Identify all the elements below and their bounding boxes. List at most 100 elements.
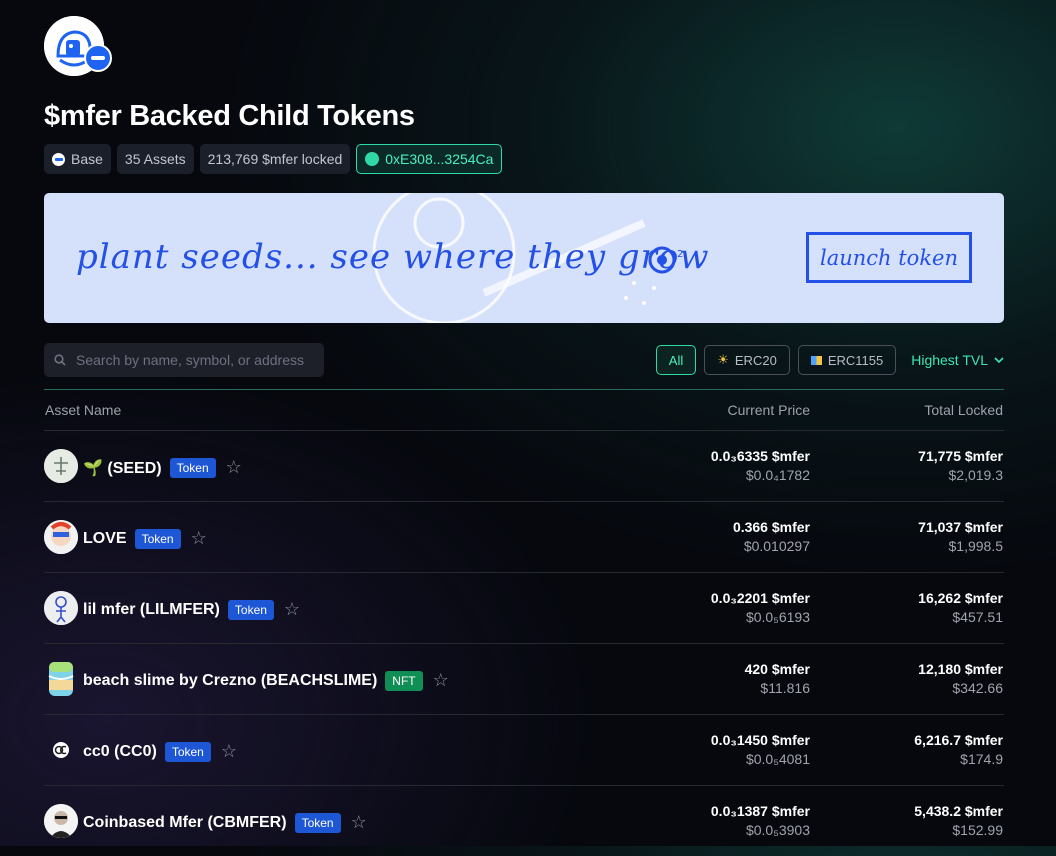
favorite-star-icon[interactable]: ☆ — [221, 741, 237, 762]
chevron-down-icon — [994, 357, 1004, 363]
contract-address: 0xE308...3254Ca — [385, 151, 494, 167]
locked-usd: $2,019.3 — [948, 467, 1004, 483]
price-mfer: 0.0₃1450 $mfer — [710, 732, 810, 748]
asset-name[interactable]: beach slime by Crezno (BEACHSLIME) — [83, 672, 377, 690]
banner-slogan: plant seeds... see where they grow — [76, 237, 710, 277]
locked-total: 213,769 $mfer locked — [207, 151, 343, 167]
seed-sketch-icon — [44, 449, 78, 483]
locked-cell: 16,262 $mfer $457.51 — [918, 589, 1003, 627]
price-usd: $11.816 — [760, 680, 810, 696]
price-mfer: 0.0₃6335 $mfer — [710, 448, 810, 464]
locked-usd: $457.51 — [952, 609, 1003, 625]
token-type-badge: Token — [169, 457, 216, 478]
table-row[interactable]: lil mfer (LILMFER) Token ☆ 0.0₃2201 $mfe… — [44, 572, 1004, 643]
price-cell: 0.0₃2201 $mfer $0.0₅6193 — [711, 589, 810, 627]
cc0-avatar — [44, 733, 78, 767]
asset-name[interactable]: Coinbased Mfer (CBMFER) — [83, 814, 287, 832]
price-cell: 0.0₃6335 $mfer $0.0₄1782 — [711, 447, 810, 485]
locked-cell: 71,037 $mfer $1,998.5 — [918, 518, 1003, 556]
base-icon — [52, 152, 65, 166]
asset-name-cell: 🌱 (SEED) Token ☆ — [83, 457, 242, 478]
locked-usd: $1,998.5 — [948, 538, 1004, 554]
locked-usd: $174.9 — [960, 751, 1003, 767]
filter-group: All ☀ ERC20 ERC1155 Highest TVL — [655, 345, 1004, 375]
header-current-price[interactable]: Current Price — [728, 402, 810, 418]
favorite-star-icon[interactable]: ☆ — [351, 812, 367, 833]
locked-cell: 71,775 $mfer $2,019.3 — [918, 447, 1003, 485]
assets-count: 35 Assets — [124, 151, 186, 167]
asset-name[interactable]: lil mfer (LILMFER) — [83, 601, 220, 619]
search-icon — [54, 354, 66, 366]
lil-mfer-icon — [44, 591, 78, 625]
filter-erc20-button[interactable]: ☀ ERC20 — [704, 345, 790, 375]
asset-name-cell: cc0 (CC0) Token ☆ — [83, 741, 237, 762]
love-avatar — [44, 520, 78, 554]
locked-total-chip: 213,769 $mfer locked — [199, 144, 351, 174]
filter-all-button[interactable]: All — [655, 345, 697, 375]
asset-name[interactable]: cc0 (CC0) — [83, 743, 157, 761]
contract-address-chip[interactable]: 0xE308...3254Ca — [356, 144, 503, 174]
launch-token-button[interactable]: launch token — [806, 232, 972, 283]
favorite-star-icon[interactable]: ☆ — [433, 670, 449, 691]
locked-usd: $342.66 — [952, 680, 1003, 696]
price-usd: $0.0₄1782 — [745, 467, 810, 483]
price-cell: 420 $mfer $11.816 — [745, 660, 810, 698]
locked-cell: 6,216.7 $mfer $174.9 — [914, 731, 1003, 769]
table-row[interactable]: LOVE Token ☆ 0.366 $mfer $0.010297 71,03… — [44, 501, 1004, 572]
favorite-star-icon[interactable]: ☆ — [191, 528, 207, 549]
price-usd: $0.0₅4081 — [745, 751, 810, 767]
locked-mfer: 6,216.7 $mfer — [914, 732, 1003, 748]
token-type-badge: Token — [134, 528, 181, 549]
locked-mfer: 16,262 $mfer — [918, 590, 1003, 606]
header-total-locked[interactable]: Total Locked — [924, 402, 1003, 418]
token-type-badge: Token — [294, 812, 341, 833]
price-mfer: 0.0₃2201 $mfer — [710, 590, 810, 606]
locked-mfer: 5,438.2 $mfer — [914, 803, 1003, 819]
search-box[interactable] — [44, 343, 324, 377]
project-logo — [44, 16, 112, 76]
eye-doodle-icon: 2 — [648, 246, 683, 274]
token-type-badge: Token — [164, 741, 211, 762]
table-row[interactable]: 🌱 (SEED) Token ☆ 0.0₃6335 $mfer $0.0₄178… — [44, 430, 1004, 501]
table-row[interactable]: cc0 (CC0) Token ☆ 0.0₃1450 $mfer $0.0₅40… — [44, 714, 1004, 785]
base-network-icon — [84, 44, 112, 72]
header-asset-name[interactable]: Asset Name — [45, 402, 121, 418]
network-chip: Base — [44, 144, 111, 174]
page-title: $mfer Backed Child Tokens — [44, 100, 415, 132]
sort-label: Highest TVL — [911, 352, 988, 368]
asset-name[interactable]: LOVE — [83, 530, 127, 548]
price-mfer: 0.0₃1387 $mfer — [710, 803, 810, 819]
price-cell: 0.0₃1450 $mfer $0.0₅4081 — [711, 731, 810, 769]
erc1155-label: ERC1155 — [827, 352, 884, 368]
asset-name[interactable]: 🌱 (SEED) — [83, 458, 162, 478]
price-cell: 0.0₃1387 $mfer $0.0₅3903 — [711, 802, 810, 840]
token-type-badge: Token — [227, 599, 274, 620]
table-row[interactable]: beach slime by Crezno (BEACHSLIME) NFT ☆… — [44, 643, 1004, 714]
cc0-logo-icon — [53, 742, 69, 758]
beach-slime-icon — [48, 662, 74, 696]
beachslime-avatar — [44, 662, 78, 696]
locked-mfer: 12,180 $mfer — [918, 661, 1003, 677]
locked-cell: 5,438.2 $mfer $152.99 — [914, 802, 1003, 840]
love-character-icon — [44, 520, 78, 554]
seed-avatar — [44, 449, 78, 483]
asset-name-cell: beach slime by Crezno (BEACHSLIME) NFT ☆ — [83, 670, 449, 691]
asset-name-cell: Coinbased Mfer (CBMFER) Token ☆ — [83, 812, 367, 833]
sort-dropdown[interactable]: Highest TVL — [911, 352, 1004, 368]
erc1155-icon — [810, 355, 822, 365]
locked-cell: 12,180 $mfer $342.66 — [918, 660, 1003, 698]
cbmfer-avatar — [44, 804, 78, 838]
erc20-label: ERC20 — [734, 352, 777, 368]
search-input[interactable] — [74, 351, 318, 369]
asset-name-cell: lil mfer (LILMFER) Token ☆ — [83, 599, 300, 620]
table-header: Asset Name Current Price Total Locked — [44, 389, 1004, 430]
svg-text:2: 2 — [677, 249, 683, 260]
favorite-star-icon[interactable]: ☆ — [226, 457, 242, 478]
table-row[interactable]: Coinbased Mfer (CBMFER) Token ☆ 0.0₃1387… — [44, 785, 1004, 856]
favorite-star-icon[interactable]: ☆ — [284, 599, 300, 620]
network-label: Base — [71, 151, 103, 167]
coinbased-mfer-icon — [44, 804, 78, 838]
price-mfer: 420 $mfer — [744, 661, 810, 677]
price-usd: $0.0₅3903 — [745, 822, 810, 838]
filter-erc1155-button[interactable]: ERC1155 — [797, 345, 897, 375]
